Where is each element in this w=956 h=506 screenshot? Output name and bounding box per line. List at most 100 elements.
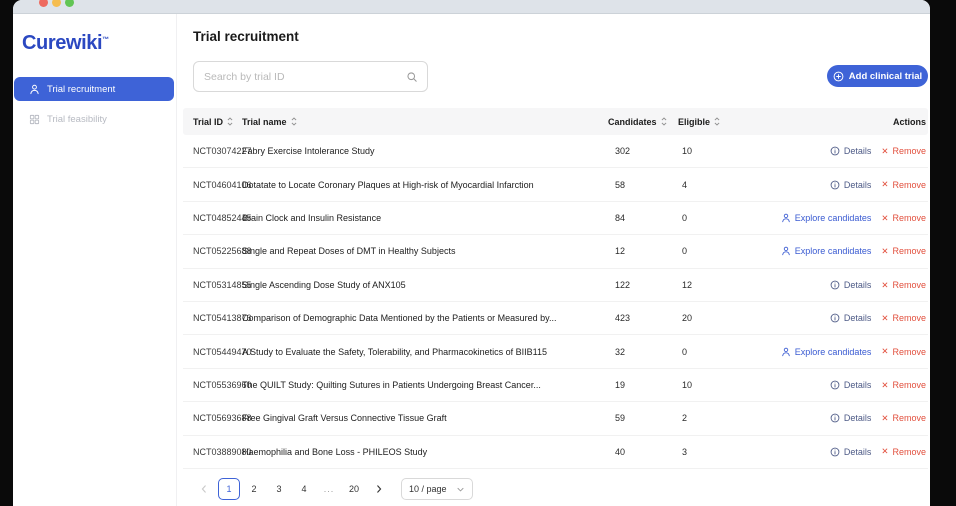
explore-candidates-link[interactable]: Explore candidates bbox=[781, 347, 871, 357]
sidebar-item-label: Trial feasibility bbox=[47, 113, 107, 125]
details-link[interactable]: Details bbox=[830, 413, 871, 423]
previous-page-button[interactable] bbox=[193, 478, 215, 500]
details-link[interactable]: Details bbox=[830, 180, 871, 190]
actions-cell: Details ✕ Remove bbox=[768, 380, 926, 390]
table-row: NCT05693688 Free Gingival Graft Versus C… bbox=[183, 402, 928, 436]
actions-cell: Details ✕ Remove bbox=[768, 180, 926, 190]
candidates-cell: 302 bbox=[615, 146, 631, 157]
explore-candidates-link[interactable]: Explore candidates bbox=[781, 246, 871, 256]
details-link[interactable]: Details bbox=[830, 313, 871, 323]
column-header-candidates[interactable]: Candidates bbox=[608, 117, 678, 127]
search-icon[interactable] bbox=[406, 71, 418, 83]
column-header-trial-id[interactable]: Trial ID bbox=[193, 117, 242, 127]
eligible-cell: 2 bbox=[682, 413, 688, 424]
sort-icon[interactable] bbox=[227, 117, 233, 126]
actions-cell: Explore candidates ✕ Remove bbox=[768, 213, 926, 223]
chevron-down-icon bbox=[456, 485, 465, 494]
info-circle-icon bbox=[830, 447, 840, 457]
x-icon: ✕ bbox=[881, 279, 889, 290]
sort-icon[interactable] bbox=[291, 117, 297, 126]
trial-name-cell: Dotatate to Locate Coronary Plaques at H… bbox=[242, 179, 534, 190]
remove-link[interactable]: ✕ Remove bbox=[881, 146, 926, 156]
remove-link[interactable]: ✕ Remove bbox=[881, 280, 926, 290]
remove-link[interactable]: ✕ Remove bbox=[881, 313, 926, 323]
trial-id-cell: NCT05449470 bbox=[193, 346, 252, 357]
candidates-cell: 40 bbox=[615, 446, 626, 457]
user-icon bbox=[782, 347, 790, 356]
x-icon: ✕ bbox=[881, 212, 889, 223]
details-link[interactable]: Details bbox=[830, 447, 871, 457]
remove-link[interactable]: ✕ Remove bbox=[881, 447, 926, 457]
table-row: NCT05413876 Comparison of Demographic Da… bbox=[183, 302, 928, 336]
info-circle-icon bbox=[830, 180, 840, 189]
pagination: 1 2 3 4... 20 10 / page bbox=[193, 477, 473, 501]
app-window: Curewiki™ Trial recruitment Trial feasib… bbox=[13, 0, 930, 506]
search-input[interactable] bbox=[194, 70, 406, 83]
x-icon: ✕ bbox=[881, 179, 889, 190]
page-size-select[interactable]: 10 / page bbox=[401, 478, 473, 500]
trial-name-cell: Fabry Exercise Intolerance Study bbox=[242, 146, 375, 157]
details-link[interactable]: Details bbox=[830, 380, 871, 390]
sidebar-item-trial-feasibility[interactable]: Trial feasibility bbox=[14, 107, 174, 131]
remove-link[interactable]: ✕ Remove bbox=[881, 413, 926, 423]
details-link[interactable]: Details bbox=[830, 146, 871, 156]
user-icon bbox=[782, 213, 790, 223]
trial-id-cell: NCT05693688 bbox=[193, 413, 252, 424]
remove-link[interactable]: ✕ Remove bbox=[881, 347, 926, 357]
x-icon: ✕ bbox=[881, 413, 889, 424]
trial-id-cell: NCT05413876 bbox=[193, 313, 252, 324]
grid-icon bbox=[29, 114, 40, 124]
trial-id-cell: NCT04852445 bbox=[193, 212, 252, 223]
candidates-cell: 12 bbox=[615, 246, 626, 257]
remove-link[interactable]: ✕ Remove bbox=[881, 213, 926, 223]
table-body: NCT03074227 Fabry Exercise Intolerance S… bbox=[183, 135, 928, 469]
remove-link[interactable]: ✕ Remove bbox=[881, 380, 926, 390]
page-button[interactable]: 2 bbox=[243, 478, 265, 500]
table-row: NCT03889080 Haemophilia and Bone Loss - … bbox=[183, 436, 928, 469]
trial-id-cell: NCT04604106 bbox=[193, 179, 252, 190]
page-button[interactable]: 1 bbox=[218, 478, 240, 500]
trial-name-cell: Brain Clock and Insulin Resistance bbox=[242, 212, 382, 223]
page-button[interactable]: 3 bbox=[268, 478, 290, 500]
trial-name-cell: Single and Repeat Doses of DMT in Health… bbox=[242, 246, 456, 257]
candidates-cell: 122 bbox=[615, 279, 631, 290]
next-page-button[interactable] bbox=[368, 478, 390, 500]
candidates-cell: 59 bbox=[615, 413, 626, 424]
chevron-left-icon bbox=[201, 485, 206, 493]
chevron-right-icon bbox=[377, 485, 382, 493]
trial-name-cell: The QUILT Study: Quilting Sutures in Pat… bbox=[242, 379, 541, 390]
remove-link[interactable]: ✕ Remove bbox=[881, 246, 926, 256]
candidates-cell: 58 bbox=[615, 179, 626, 190]
table-row: NCT04852445 Brain Clock and Insulin Resi… bbox=[183, 202, 928, 236]
table-header: Trial ID Trial name Candidates Eligible … bbox=[183, 108, 928, 135]
details-link[interactable]: Details bbox=[830, 280, 871, 290]
pagination-pages: 1 2 3 4... 20 bbox=[218, 478, 365, 500]
page-button[interactable]: 20 bbox=[343, 478, 365, 500]
close-window-icon[interactable] bbox=[39, 0, 48, 7]
eligible-cell: 0 bbox=[682, 346, 688, 357]
table-row: NCT05449470 A Study to Evaluate the Safe… bbox=[183, 335, 928, 369]
zoom-window-icon[interactable] bbox=[65, 0, 74, 7]
table-row: NCT05225688 Single and Repeat Doses of D… bbox=[183, 235, 928, 269]
candidates-cell: 19 bbox=[615, 379, 626, 390]
sidebar-item-trial-recruitment[interactable]: Trial recruitment bbox=[14, 77, 174, 101]
column-header-eligible[interactable]: Eligible bbox=[678, 117, 768, 127]
user-icon bbox=[30, 84, 39, 94]
explore-candidates-link[interactable]: Explore candidates bbox=[781, 213, 871, 223]
x-icon: ✕ bbox=[881, 145, 889, 156]
minimize-window-icon[interactable] bbox=[52, 0, 61, 7]
actions-cell: Details ✕ Remove bbox=[768, 280, 926, 290]
page-button[interactable]: 4 bbox=[293, 478, 315, 500]
column-header-trial-name[interactable]: Trial name bbox=[242, 117, 608, 127]
curewiki-logo: Curewiki™ bbox=[22, 32, 109, 54]
add-clinical-trial-button[interactable]: Add clinical trial bbox=[827, 65, 928, 87]
eligible-cell: 3 bbox=[682, 446, 688, 457]
sort-icon[interactable] bbox=[714, 117, 720, 126]
remove-link[interactable]: ✕ Remove bbox=[881, 180, 926, 190]
x-icon: ✕ bbox=[881, 312, 889, 323]
actions-cell: Explore candidates ✕ Remove bbox=[768, 246, 926, 256]
x-icon: ✕ bbox=[881, 346, 889, 357]
page-ellipsis: ... bbox=[323, 484, 335, 494]
sort-icon[interactable] bbox=[661, 117, 667, 126]
x-icon: ✕ bbox=[881, 246, 889, 257]
